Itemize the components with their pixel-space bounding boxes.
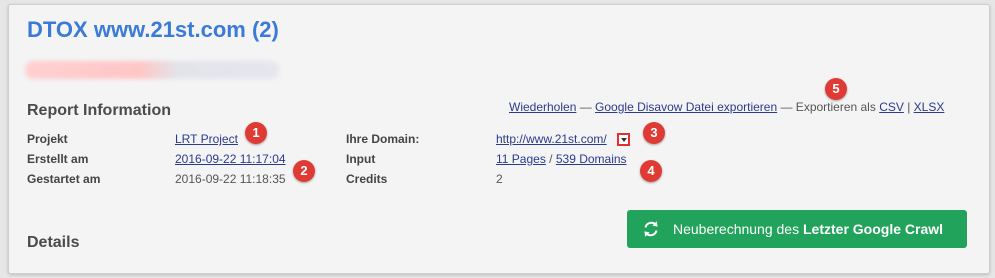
- recalculate-button[interactable]: Neuberechnung des Letzter Google Crawl: [627, 210, 967, 248]
- recalculate-label-prefix: Neuberechnung des: [673, 221, 803, 237]
- domain-label: Ihre Domain:: [346, 132, 420, 146]
- page-title: DTOX www.21st.com (2): [27, 17, 279, 42]
- disavow-export-link[interactable]: Google Disavow Datei exportieren: [595, 100, 777, 114]
- annotation-badge-1: 1: [245, 122, 267, 144]
- export-actions: Wiederholen — Google Disavow Datei expor…: [509, 100, 944, 114]
- actions-pipe: |: [903, 100, 914, 114]
- export-xlsx-link[interactable]: XLSX: [914, 100, 945, 114]
- domain-dropdown-button[interactable]: [617, 133, 630, 146]
- report-panel: DTOX www.21st.com (2) Report Information…: [8, 4, 990, 274]
- input-pages-link[interactable]: 11 Pages: [496, 152, 546, 166]
- report-info-heading: Report Information: [27, 102, 171, 119]
- annotation-badge-4: 4: [640, 160, 662, 182]
- project-label: Projekt: [27, 132, 68, 146]
- annotation-badge-5: 5: [825, 78, 847, 100]
- credits-value: 2: [496, 172, 503, 186]
- redacted-text: [25, 61, 279, 79]
- actions-export-label: — Exportieren als: [777, 100, 880, 114]
- actions-separator-1: —: [576, 100, 596, 114]
- input-values: 11 Pages / 539 Domains: [496, 152, 627, 166]
- input-separator: /: [545, 152, 556, 166]
- created-date-link[interactable]: 2016-09-22 11:17:04: [175, 152, 286, 166]
- refresh-icon: [644, 221, 658, 237]
- annotation-badge-2: 2: [293, 160, 315, 182]
- project-link[interactable]: LRT Project: [175, 132, 238, 146]
- credits-label: Credits: [346, 172, 388, 186]
- input-domains-link[interactable]: 539 Domains: [556, 152, 627, 166]
- details-heading: Details: [27, 234, 80, 251]
- chevron-down-icon: [621, 138, 627, 142]
- domain-link[interactable]: http://www.21st.com/: [496, 132, 607, 146]
- export-csv-link[interactable]: CSV: [879, 100, 904, 114]
- created-label: Erstellt am: [27, 152, 89, 166]
- annotation-badge-3: 3: [643, 122, 665, 144]
- started-date: 2016-09-22 11:18:35: [175, 172, 286, 186]
- repeat-link[interactable]: Wiederholen: [509, 100, 576, 114]
- started-label: Gestartet am: [27, 172, 101, 186]
- recalculate-label: Neuberechnung des Letzter Google Crawl: [673, 221, 943, 237]
- recalculate-label-bold: Letzter Google Crawl: [803, 221, 944, 237]
- input-label: Input: [346, 152, 376, 166]
